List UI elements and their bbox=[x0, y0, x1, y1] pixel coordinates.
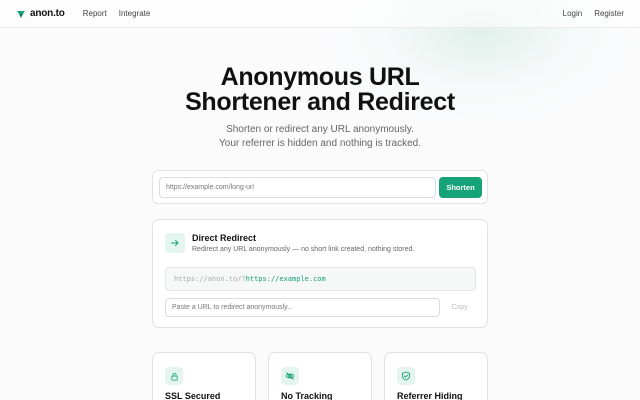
redirect-url-input[interactable]: Paste a URL to redirect anonymously... bbox=[165, 298, 440, 317]
copy-button[interactable]: Copy bbox=[443, 298, 476, 317]
eye-off-icon bbox=[281, 367, 299, 385]
feature-card-no-tracking: No Tracking bbox=[268, 352, 372, 400]
logo-icon bbox=[17, 10, 25, 18]
arrow-right-icon bbox=[165, 233, 185, 253]
shorten-form: https://example.com/long-url Shorten bbox=[152, 170, 488, 204]
feature-title-referrer: Referrer Hiding bbox=[397, 391, 463, 400]
feature-card-referrer: Referrer Hiding bbox=[384, 352, 488, 400]
redirect-url-placeholder: Paste a URL to redirect anonymously... bbox=[172, 304, 293, 311]
page-subtitle: Shorten or redirect any URL anonymously.… bbox=[0, 123, 640, 151]
logo-link[interactable]: anon.to bbox=[16, 8, 65, 19]
brand-name: anon.to bbox=[30, 8, 65, 19]
page-title-line1: Anonymous URL bbox=[220, 63, 420, 91]
shorten-button[interactable]: Shorten bbox=[439, 177, 482, 198]
top-nav: anon.to Report Integrate Login Register bbox=[0, 0, 640, 28]
feature-title-no-tracking: No Tracking bbox=[281, 391, 333, 400]
feature-card-ssl: SSL Secured bbox=[152, 352, 256, 400]
page-subtitle-line2: Your referrer is hidden and nothing is t… bbox=[219, 138, 421, 149]
feature-title-ssl: SSL Secured bbox=[165, 391, 221, 400]
shield-icon bbox=[397, 367, 415, 385]
nav-link-integrate[interactable]: Integrate bbox=[119, 9, 151, 18]
register-link[interactable]: Register bbox=[594, 9, 624, 18]
page-title-line2: Shortener and Redirect bbox=[185, 88, 455, 116]
long-url-input[interactable]: https://example.com/long-url bbox=[159, 177, 436, 198]
redirect-url-example: https://anon.to/? https://example.com bbox=[165, 267, 476, 291]
redirect-url-prefix: https://anon.to/? bbox=[174, 275, 246, 283]
direct-redirect-title: Direct Redirect bbox=[192, 233, 257, 243]
long-url-placeholder: https://example.com/long-url bbox=[166, 184, 254, 191]
nav-link-report[interactable]: Report bbox=[83, 9, 107, 18]
redirect-url-target: https://example.com bbox=[245, 275, 326, 283]
direct-redirect-card: Direct Redirect Redirect any URL anonymo… bbox=[152, 219, 488, 328]
lock-icon bbox=[165, 367, 183, 385]
page-title: Anonymous URL Shortener and Redirect bbox=[0, 65, 640, 115]
direct-redirect-description: Redirect any URL anonymously — no short … bbox=[192, 246, 415, 253]
login-link[interactable]: Login bbox=[563, 9, 583, 18]
page-subtitle-line1: Shorten or redirect any URL anonymously. bbox=[226, 124, 414, 135]
nav-right: Login Register bbox=[563, 9, 624, 18]
